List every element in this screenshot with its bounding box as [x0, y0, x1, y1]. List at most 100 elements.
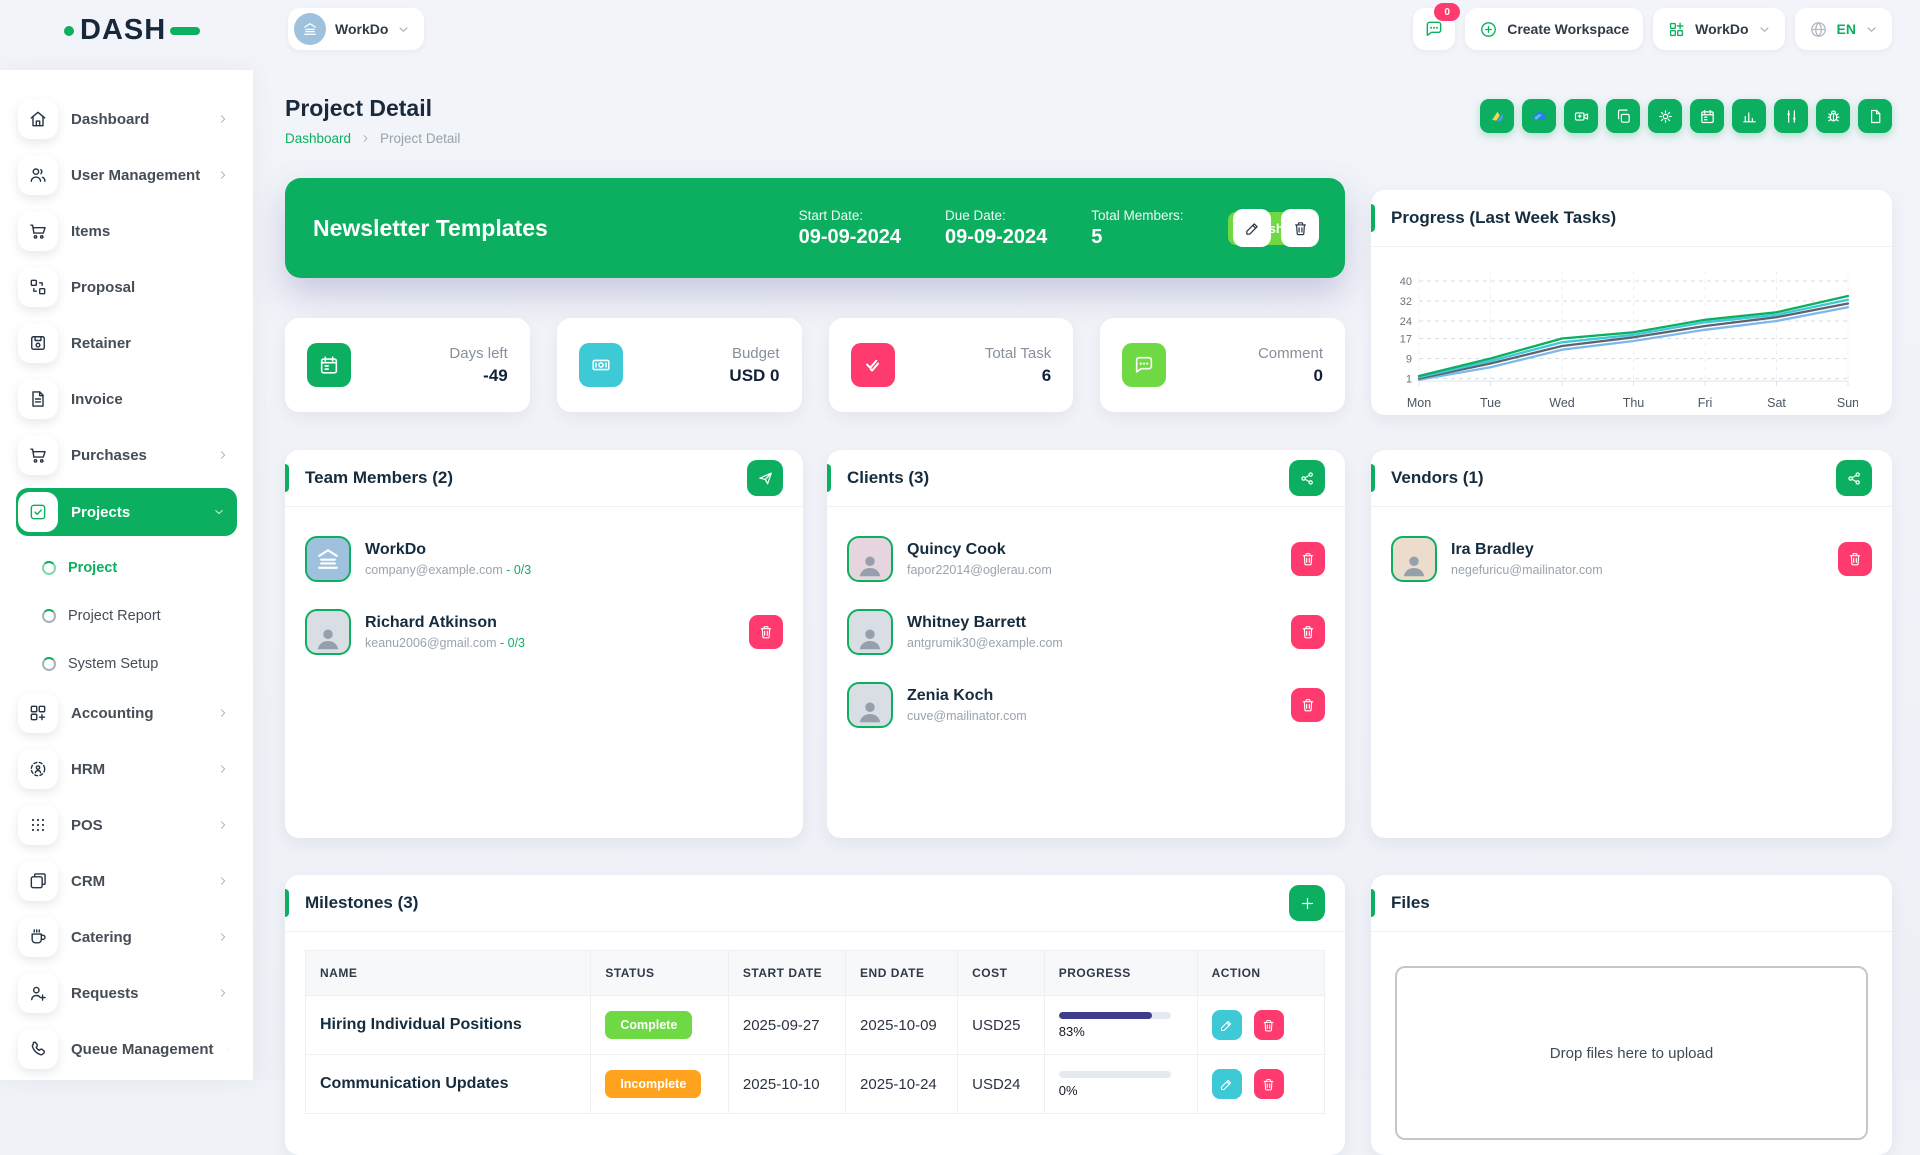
svg-text:Mon: Mon [1407, 396, 1431, 410]
sidebar-item[interactable]: POS [16, 802, 237, 848]
toolbar-icon-button[interactable] [1648, 99, 1682, 133]
toolbar-icon-button[interactable] [1480, 99, 1514, 133]
pencil-icon [1219, 1077, 1234, 1092]
edit-project-button[interactable] [1233, 209, 1271, 247]
app-logo[interactable]: DASH [64, 14, 200, 47]
delete-client-button[interactable] [1291, 542, 1325, 576]
language-label: EN [1837, 21, 1856, 37]
delete-member-button[interactable] [749, 615, 783, 649]
sidebar-item-label: Catering [71, 929, 132, 946]
pencil-icon [1244, 220, 1261, 237]
svg-text:24: 24 [1400, 316, 1412, 328]
workspace-selector[interactable]: WorkDo [288, 8, 424, 50]
trash-icon [1292, 220, 1309, 237]
toolbar-icon-button[interactable] [1816, 99, 1850, 133]
breadcrumb-dashboard-link[interactable]: Dashboard [285, 131, 351, 146]
sidebar-item[interactable]: CRM [16, 858, 237, 904]
delete-client-button[interactable] [1291, 615, 1325, 649]
vendors-card: Vendors (1) Ira Bradley negefuricu@maili… [1371, 450, 1892, 838]
svg-text:1: 1 [1406, 374, 1412, 386]
toolbar-icon-button[interactable] [1690, 99, 1724, 133]
trash-icon [1300, 697, 1316, 713]
sidebar-item-label: Queue Management [71, 1041, 214, 1058]
svg-text:Sat: Sat [1767, 396, 1786, 410]
sidebar-item-label: Proposal [71, 279, 135, 296]
edit-milestone-button[interactable] [1212, 1069, 1242, 1099]
sidebar-item-label: Requests [71, 985, 139, 1002]
language-selector[interactable]: EN [1795, 8, 1892, 50]
trash-icon [1300, 624, 1316, 640]
toolbar-icon-button[interactable] [1606, 99, 1640, 133]
sidebar-subitem[interactable]: System Setup [42, 642, 237, 686]
sidebar-item[interactable]: User Management [16, 152, 237, 198]
invite-member-button[interactable] [747, 460, 783, 496]
add-milestone-button[interactable] [1289, 885, 1325, 921]
sidebar-item[interactable]: Dashboard [16, 96, 237, 142]
sidebar-subitem[interactable]: Project [42, 546, 237, 590]
toolbar-icon-button[interactable] [1522, 99, 1556, 133]
clients-card: Clients (3) Quincy Cook fapor22014@ogler… [827, 450, 1345, 838]
sidebar-item[interactable]: Invoice [16, 376, 237, 422]
member-email: company@example.com - 0/3 [365, 563, 531, 577]
milestone-name: Communication Updates [306, 1055, 591, 1114]
chevron-right-icon [217, 875, 229, 887]
sidebar-item[interactable]: Purchases [16, 432, 237, 478]
sidebar-item-label: CRM [71, 873, 105, 890]
file-dropzone[interactable]: Drop files here to upload [1395, 966, 1868, 1140]
toolbar-icon-button[interactable] [1858, 99, 1892, 133]
workdo-menu-button[interactable]: WorkDo [1653, 8, 1784, 50]
client-name: Quincy Cook [907, 541, 1052, 559]
delete-client-button[interactable] [1291, 688, 1325, 722]
grid-plus-icon [1667, 20, 1686, 39]
sidebar-item-label: HRM [71, 761, 105, 778]
kanban-icon [1783, 108, 1800, 125]
sidebar-item[interactable]: Retainer [16, 320, 237, 366]
sidebar-item[interactable]: Proposal [16, 264, 237, 310]
delete-project-button[interactable] [1281, 209, 1319, 247]
client-email: cuve@mailinator.com [907, 709, 1027, 723]
delete-vendor-button[interactable] [1838, 542, 1872, 576]
delete-milestone-button[interactable] [1254, 1010, 1284, 1040]
messages-button[interactable]: 0 [1413, 8, 1455, 50]
delete-milestone-button[interactable] [1254, 1069, 1284, 1099]
create-workspace-label: Create Workspace [1507, 21, 1629, 37]
client-name: Whitney Barrett [907, 614, 1063, 632]
sidebar-item-icon [18, 1029, 58, 1069]
trash-icon [1847, 551, 1863, 567]
milestone-end-date: 2025-10-09 [846, 996, 958, 1055]
toolbar-icon-button[interactable] [1774, 99, 1808, 133]
share-clients-button[interactable] [1289, 460, 1325, 496]
sidebar-item[interactable]: Items [16, 208, 237, 254]
total-members: Total Members: 5 [1091, 208, 1183, 249]
sidebar-item-icon [18, 267, 58, 307]
milestone-start-date: 2025-09-27 [728, 996, 845, 1055]
trash-icon [758, 624, 774, 640]
svg-text:9: 9 [1406, 354, 1412, 366]
avatar [847, 682, 893, 728]
sidebar-item-icon [18, 379, 58, 419]
svg-text:Wed: Wed [1549, 396, 1575, 410]
create-workspace-button[interactable]: Create Workspace [1465, 8, 1643, 50]
sidebar-item-projects[interactable]: Projects [16, 488, 237, 536]
sidebar-item[interactable]: Requests [16, 970, 237, 1016]
share-vendors-button[interactable] [1836, 460, 1872, 496]
milestone-cost: USD24 [958, 1055, 1045, 1114]
client-name: Zenia Koch [907, 687, 1027, 705]
avatar [847, 609, 893, 655]
logo-text: DASH [80, 14, 166, 47]
edit-milestone-button[interactable] [1212, 1010, 1242, 1040]
toolbar-icon-button[interactable] [1564, 99, 1598, 133]
client-row: Whitney Barrett antgrumik30@example.com [847, 602, 1325, 662]
sidebar-item[interactable]: HRM [16, 746, 237, 792]
vendor-email: negefuricu@mailinator.com [1451, 563, 1603, 577]
sidebar-item-label: Invoice [71, 391, 123, 408]
sidebar-item[interactable]: Catering [16, 914, 237, 960]
sidebar-subitem[interactable]: Project Report [42, 594, 237, 638]
stat-label: Days left [449, 345, 507, 362]
avatar [1391, 536, 1437, 582]
sidebar-item[interactable]: Accounting [16, 690, 237, 736]
toolbar-icon-button[interactable] [1732, 99, 1766, 133]
sidebar-item[interactable]: Queue Management [16, 1026, 237, 1072]
page-title: Project Detail [285, 95, 432, 122]
member-email: keanu2006@gmail.com - 0/3 [365, 636, 525, 650]
